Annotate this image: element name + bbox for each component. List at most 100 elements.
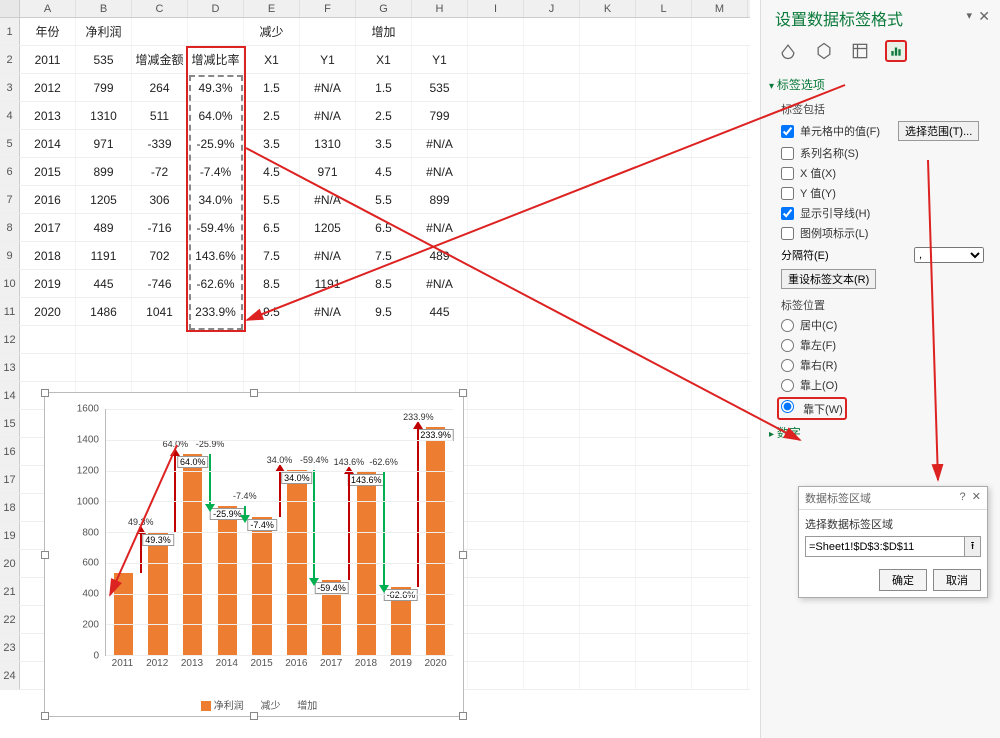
dialog-close-icon[interactable]: ✕ — [972, 491, 981, 503]
col-header-b[interactable]: B — [76, 0, 132, 17]
col-header-l[interactable]: L — [636, 0, 692, 17]
cell[interactable]: 9.5 — [244, 298, 300, 325]
ok-button[interactable]: 确定 — [879, 569, 927, 591]
cell[interactable]: -59.4% — [188, 214, 244, 241]
cell[interactable]: -339 — [132, 130, 188, 157]
pane-dropdown-icon[interactable]: ▾ — [966, 9, 972, 22]
cell[interactable]: 2019 — [20, 270, 76, 297]
col-header-h[interactable]: H — [412, 0, 468, 17]
cell[interactable]: #N/A — [412, 130, 468, 157]
pos-right[interactable]: 靠右(R) — [781, 357, 990, 373]
cell[interactable]: 6.5 — [356, 214, 412, 241]
cell[interactable]: 535 — [76, 46, 132, 73]
cell[interactable]: 799 — [412, 102, 468, 129]
cell[interactable]: -62.6% — [188, 270, 244, 297]
cell[interactable]: 2011 — [20, 46, 76, 73]
cell[interactable]: #N/A — [412, 270, 468, 297]
cell[interactable]: #N/A — [300, 298, 356, 325]
cell[interactable]: 4.5 — [244, 158, 300, 185]
cell[interactable]: 264 — [132, 74, 188, 101]
chart[interactable]: 02004006008001000120014001600 49.3%49.3%… — [44, 392, 464, 717]
pos-above[interactable]: 靠上(O) — [781, 377, 990, 393]
cell[interactable]: 1041 — [132, 298, 188, 325]
cell[interactable]: #N/A — [412, 214, 468, 241]
section-number[interactable]: 数字 — [769, 424, 990, 441]
cell[interactable]: 2013 — [20, 102, 76, 129]
cell[interactable]: 2015 — [20, 158, 76, 185]
opt-x-value[interactable]: X 值(X) — [781, 165, 990, 181]
cell[interactable]: -716 — [132, 214, 188, 241]
cell[interactable]: Y1 — [300, 46, 356, 73]
opt-cell-value[interactable]: 单元格中的值(F) 选择范围(T)... — [781, 121, 990, 141]
cell[interactable]: 1191 — [300, 270, 356, 297]
cell[interactable]: 8.5 — [244, 270, 300, 297]
cell[interactable]: 233.9% — [188, 298, 244, 325]
cell[interactable]: 1.5 — [356, 74, 412, 101]
cell[interactable]: 2.5 — [356, 102, 412, 129]
close-icon[interactable]: ✕ — [978, 8, 990, 25]
cell[interactable]: 6.5 — [244, 214, 300, 241]
cell[interactable]: #N/A — [300, 242, 356, 269]
cell[interactable]: 1191 — [76, 242, 132, 269]
cell[interactable]: 2017 — [20, 214, 76, 241]
cell[interactable]: -72 — [132, 158, 188, 185]
cell[interactable]: Y1 — [412, 46, 468, 73]
cell[interactable]: 1.5 — [244, 74, 300, 101]
pos-center[interactable]: 居中(C) — [781, 317, 990, 333]
cell[interactable]: X1 — [244, 46, 300, 73]
cell[interactable]: 1310 — [300, 130, 356, 157]
cell[interactable]: 511 — [132, 102, 188, 129]
opt-y-value[interactable]: Y 值(Y) — [781, 185, 990, 201]
col-header-i[interactable]: I — [468, 0, 524, 17]
cell[interactable]: 143.6% — [188, 242, 244, 269]
col-header-m[interactable]: M — [692, 0, 748, 17]
cell[interactable]: #N/A — [300, 186, 356, 213]
cell[interactable]: 535 — [412, 74, 468, 101]
cell[interactable]: 49.3% — [188, 74, 244, 101]
chart-handle[interactable] — [459, 551, 467, 559]
label-options-icon[interactable] — [885, 40, 907, 62]
cell[interactable]: 2014 — [20, 130, 76, 157]
cell[interactable]: 2012 — [20, 74, 76, 101]
cell[interactable]: X1 — [356, 46, 412, 73]
cell[interactable]: 799 — [76, 74, 132, 101]
cell[interactable]: 增减金额 — [132, 46, 188, 73]
cell[interactable]: 1310 — [76, 102, 132, 129]
cell[interactable]: 971 — [300, 158, 356, 185]
col-header-c[interactable]: C — [132, 0, 188, 17]
cell[interactable]: 489 — [412, 242, 468, 269]
cell[interactable]: -25.9% — [188, 130, 244, 157]
cell[interactable]: 899 — [412, 186, 468, 213]
col-header-d[interactable]: D — [188, 0, 244, 17]
pos-below[interactable]: 靠下(W) — [777, 397, 990, 420]
effects-icon[interactable] — [813, 40, 835, 62]
cancel-button[interactable]: 取消 — [933, 569, 981, 591]
range-input[interactable] — [805, 536, 965, 557]
cell[interactable]: #N/A — [300, 74, 356, 101]
cell[interactable]: 1205 — [300, 214, 356, 241]
cell[interactable]: 7.5 — [244, 242, 300, 269]
cell[interactable]: 1486 — [76, 298, 132, 325]
chart-handle[interactable] — [41, 389, 49, 397]
range-picker-icon[interactable]: ⭱ — [965, 536, 981, 557]
cell[interactable]: 2016 — [20, 186, 76, 213]
cell[interactable]: 5.5 — [356, 186, 412, 213]
cell[interactable]: 4.5 — [356, 158, 412, 185]
cell[interactable]: -7.4% — [188, 158, 244, 185]
pos-left[interactable]: 靠左(F) — [781, 337, 990, 353]
select-all-corner[interactable] — [0, 0, 20, 17]
col-header-k[interactable]: K — [580, 0, 636, 17]
cell[interactable]: 增减比率 — [188, 46, 244, 73]
chart-handle[interactable] — [459, 389, 467, 397]
dialog-help-icon[interactable]: ? — [960, 491, 966, 503]
cell[interactable]: 8.5 — [356, 270, 412, 297]
cell[interactable]: 3.5 — [244, 130, 300, 157]
size-icon[interactable] — [849, 40, 871, 62]
chart-handle[interactable] — [250, 389, 258, 397]
cell[interactable]: 3.5 — [356, 130, 412, 157]
cell[interactable]: #N/A — [300, 102, 356, 129]
cell[interactable]: 7.5 — [356, 242, 412, 269]
chart-handle[interactable] — [250, 712, 258, 720]
opt-series-name[interactable]: 系列名称(S) — [781, 145, 990, 161]
cell[interactable]: 2.5 — [244, 102, 300, 129]
